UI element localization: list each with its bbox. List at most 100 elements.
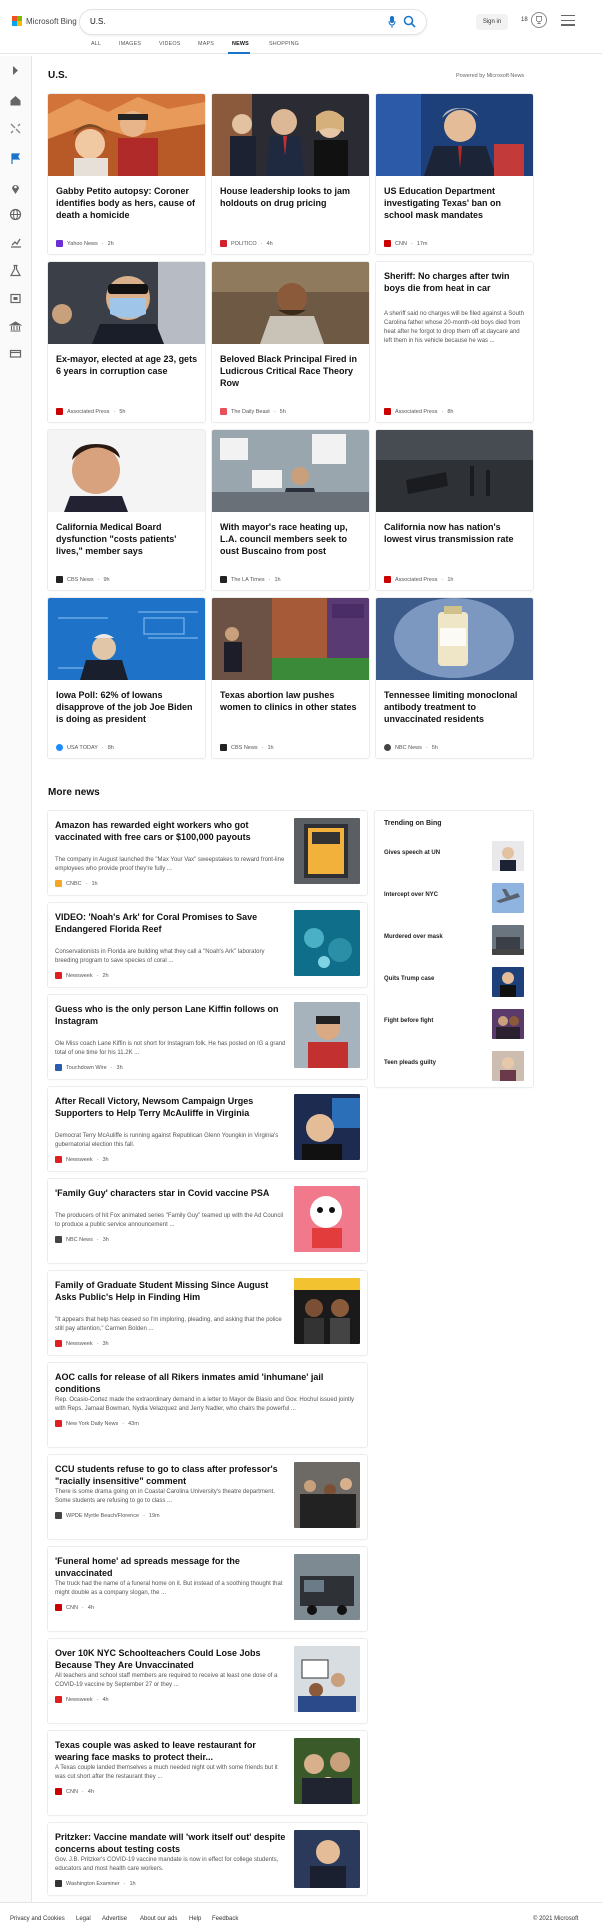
news-card[interactable]: US Education Department investigating Te… [376, 94, 533, 254]
card-title[interactable]: Texas abortion law pushes women to clini… [220, 689, 363, 713]
shrink-arrows-icon[interactable] [9, 122, 22, 135]
trending-thumbnail[interactable] [492, 841, 524, 871]
news-thumbnail[interactable] [294, 1738, 360, 1804]
news-title[interactable]: After Recall Victory, Newsom Campaign Ur… [55, 1095, 289, 1119]
news-list-item[interactable]: Amazon has rewarded eight workers who go… [48, 811, 367, 895]
card-title[interactable]: Tennessee limiting monoclonal antibody t… [384, 689, 527, 725]
card-title[interactable]: US Education Department investigating Te… [384, 185, 527, 221]
footer-link-advertise[interactable]: Advertise [102, 1916, 127, 1922]
trending-thumbnail[interactable] [492, 1009, 524, 1039]
card-title[interactable]: With mayor's race heating up, L.A. counc… [220, 521, 363, 557]
news-title[interactable]: VIDEO: 'Noah's Ark' for Coral Promises t… [55, 911, 289, 935]
news-card[interactable]: Ex-mayor, elected at age 23, gets 6 year… [48, 262, 205, 422]
footer-link-about-ads[interactable]: About our ads [140, 1916, 177, 1922]
rewards-trophy-icon[interactable] [531, 12, 547, 28]
news-thumbnail[interactable] [294, 1646, 360, 1712]
news-card[interactable]: With mayor's race heating up, L.A. counc… [212, 430, 369, 590]
news-list-item[interactable]: Pritzker: Vaccine mandate will 'work its… [48, 1823, 367, 1895]
trending-thumbnail[interactable] [492, 883, 524, 913]
news-thumbnail[interactable] [294, 818, 360, 884]
search-input[interactable]: U.S. [90, 17, 106, 26]
footer-link-feedback[interactable]: Feedback [212, 1916, 238, 1922]
news-thumbnail[interactable] [294, 910, 360, 976]
news-title[interactable]: Pritzker: Vaccine mandate will 'work its… [55, 1831, 289, 1855]
news-list-item[interactable]: After Recall Victory, Newsom Campaign Ur… [48, 1087, 367, 1171]
trending-thumbnail[interactable] [492, 925, 524, 955]
news-list-item[interactable]: AOC calls for release of all Rikers inma… [48, 1363, 367, 1447]
money-card-icon[interactable] [9, 347, 22, 360]
globe-icon[interactable] [9, 208, 22, 221]
rewards-points[interactable]: 18 [521, 17, 528, 23]
news-card[interactable]: California Medical Board dysfunction "co… [48, 430, 205, 590]
news-card[interactable]: House leadership looks to jam holdouts o… [212, 94, 369, 254]
trending-thumbnail[interactable] [492, 967, 524, 997]
news-card[interactable]: Beloved Black Principal Fired in Ludicro… [212, 262, 369, 422]
news-thumbnail[interactable] [294, 1002, 360, 1068]
search-icon[interactable] [403, 15, 416, 28]
trending-thumbnail[interactable] [492, 1051, 524, 1081]
news-title[interactable]: 'Family Guy' characters star in Covid va… [55, 1187, 289, 1199]
news-card[interactable]: Texas abortion law pushes women to clini… [212, 598, 369, 758]
card-title[interactable]: Gabby Petito autopsy: Coroner identifies… [56, 185, 199, 221]
card-title[interactable]: California now has nation's lowest virus… [384, 521, 527, 545]
card-title[interactable]: Ex-mayor, elected at age 23, gets 6 year… [56, 353, 199, 377]
footer-link-privacy[interactable]: Privacy and Cookies [10, 1916, 65, 1922]
news-list-item[interactable]: Family of Graduate Student Missing Since… [48, 1271, 367, 1355]
politics-building-icon[interactable] [9, 320, 22, 333]
tab-videos[interactable]: VIDEOS [159, 41, 181, 47]
tab-maps[interactable]: MAPS [198, 41, 214, 47]
card-title[interactable]: House leadership looks to jam holdouts o… [220, 185, 363, 209]
trending-item[interactable]: Teen pleads guilty [384, 1051, 524, 1081]
news-thumbnail[interactable] [294, 1278, 360, 1344]
news-title[interactable]: Guess who is the only person Lane Kiffin… [55, 1003, 289, 1027]
powered-by-label[interactable]: Powered by Microsoft News [456, 73, 524, 79]
news-thumbnail[interactable] [294, 1554, 360, 1620]
card-title[interactable]: Beloved Black Principal Fired in Ludicro… [220, 353, 363, 389]
news-card[interactable]: Sheriff: No charges after twin boys die … [376, 262, 533, 422]
card-title[interactable]: Iowa Poll: 62% of Iowans disapprove of t… [56, 689, 199, 725]
menu-hamburger-icon[interactable] [561, 15, 575, 27]
news-title[interactable]: AOC calls for release of all Rikers inma… [55, 1371, 355, 1395]
trending-item[interactable]: Intercept over NYC [384, 883, 524, 913]
chart-icon[interactable] [9, 236, 22, 249]
science-flask-icon[interactable] [9, 264, 22, 277]
news-list-item[interactable]: VIDEO: 'Noah's Ark' for Coral Promises t… [48, 903, 367, 987]
news-title[interactable]: Texas couple was asked to leave restaura… [55, 1739, 289, 1763]
news-thumbnail[interactable] [294, 1094, 360, 1160]
news-list-item[interactable]: CCU students refuse to go to class after… [48, 1455, 367, 1539]
news-list-item[interactable]: 'Family Guy' characters star in Covid va… [48, 1179, 367, 1263]
news-card[interactable]: California now has nation's lowest virus… [376, 430, 533, 590]
tab-shopping[interactable]: SHOPPING [269, 41, 299, 47]
card-title[interactable]: California Medical Board dysfunction "co… [56, 521, 199, 557]
footer-link-help[interactable]: Help [189, 1916, 201, 1922]
news-list-item[interactable]: Guess who is the only person Lane Kiffin… [48, 995, 367, 1079]
trending-item[interactable]: Murdered over mask [384, 925, 524, 955]
news-thumbnail[interactable] [294, 1462, 360, 1528]
footer-link-legal[interactable]: Legal [76, 1916, 91, 1922]
news-title[interactable]: Amazon has rewarded eight workers who go… [55, 819, 289, 843]
news-title[interactable]: Over 10K NYC Schoolteachers Could Lose J… [55, 1647, 289, 1671]
microphone-icon[interactable] [388, 16, 396, 28]
news-list-item[interactable]: Over 10K NYC Schoolteachers Could Lose J… [48, 1639, 367, 1723]
flag-icon[interactable] [9, 152, 22, 165]
tab-images[interactable]: IMAGES [119, 41, 141, 47]
location-pin-icon[interactable] [9, 182, 22, 195]
expand-arrow-icon[interactable] [9, 64, 22, 77]
home-icon[interactable] [9, 94, 22, 107]
news-thumbnail[interactable] [294, 1186, 360, 1252]
news-thumbnail[interactable] [294, 1830, 360, 1888]
trending-item[interactable]: Gives speech at UN [384, 841, 524, 871]
news-title[interactable]: CCU students refuse to go to class after… [55, 1463, 289, 1487]
card-title[interactable]: Sheriff: No charges after twin boys die … [384, 270, 527, 294]
tab-all[interactable]: ALL [91, 41, 101, 47]
bing-logo[interactable]: Microsoft Bing [12, 16, 77, 26]
sign-in-button[interactable]: Sign in [476, 14, 508, 30]
news-card[interactable]: Gabby Petito autopsy: Coroner identifies… [48, 94, 205, 254]
news-title[interactable]: Family of Graduate Student Missing Since… [55, 1279, 289, 1303]
news-title[interactable]: 'Funeral home' ad spreads message for th… [55, 1555, 289, 1579]
search-box[interactable]: U.S. [80, 10, 426, 34]
news-list-item[interactable]: Texas couple was asked to leave restaura… [48, 1731, 367, 1815]
movie-icon[interactable] [9, 292, 22, 305]
news-list-item[interactable]: 'Funeral home' ad spreads message for th… [48, 1547, 367, 1631]
trending-item[interactable]: Fight before fight [384, 1009, 524, 1039]
